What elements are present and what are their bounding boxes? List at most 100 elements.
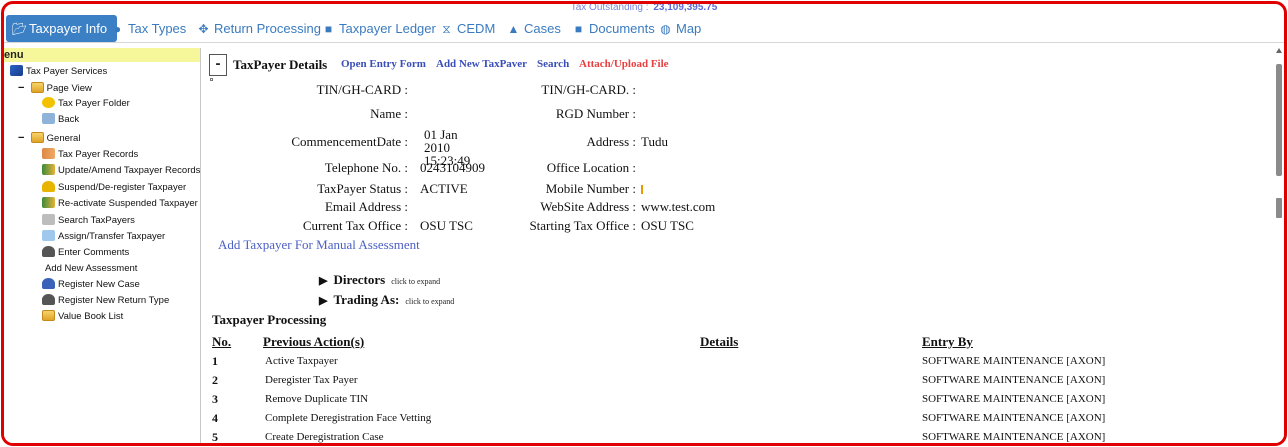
tree-root-tax-payer-services[interactable]: Tax Payer Services [10,64,107,80]
folder-icon [30,132,44,143]
column-header-no: No. [212,334,232,349]
sidebar-item-label: Tax Payer Records [58,149,139,160]
sidebar-item-register-new-return-type[interactable]: Register New Return Type [42,293,169,309]
folder-icon [30,82,44,93]
hourglass-icon: ⧖ [442,22,451,36]
cursor-marker [641,185,643,194]
row-2-action: Deregister Tax Payer [265,374,358,386]
field-label-telephone: Telephone No. : [324,160,408,175]
open-entry-form-link[interactable]: Open Entry Form [341,58,426,70]
field-label-current-office: Current Tax Office : [302,218,408,233]
field-value-website: www.test.com [641,199,716,214]
sidebar-item-suspend-deregister[interactable]: Suspend/De-register Taxpayer [42,180,186,196]
tab-cedm[interactable]: ⧖ CEDM [440,15,495,42]
tab-label: CEDM [457,21,496,36]
search-link[interactable]: Search [537,58,569,70]
top-nav: 📂︎ Taxpayer Info ● Tax Types ✥ Return Proce… [4,15,1284,43]
tab-taxpayer-ledger[interactable]: ■ Taxpayer Ledger [322,15,436,42]
tab-map[interactable]: ◍ Map [659,15,701,42]
expand-triangle-icon: ▶ [319,295,328,307]
tab-label: Return Processing [214,21,321,36]
tax-outstanding: Tax Outstanding : 23,109,395.75 [4,4,1284,13]
collapse-details-button[interactable]: - [209,54,227,76]
expander-label: Trading As: [333,292,400,307]
sidebar-item-label: Register New Case [58,279,140,290]
sidebar-item-register-new-case[interactable]: Register New Case [42,277,140,293]
sidebar-item-reactivate[interactable]: Re-activate Suspended Taxpayer [42,196,198,212]
field-label-office-location: Office Location : [546,160,636,175]
back-icon [42,113,55,124]
sidebar-item-label: Search TaxPayers [58,215,135,226]
sidebar-item-back[interactable]: Back [42,112,79,128]
field-value-telephone: 0243104909 [420,160,485,175]
tab-label: Tax Types [128,21,187,36]
field-label-status: TaxPayer Status : [317,181,408,196]
sidebar-item-label: Tax Payer Folder [58,98,130,109]
field-label-website: WebSite Address : [540,199,636,214]
field-label-address: Address : [586,134,636,149]
field-label-rgd: RGD Number : [555,106,636,121]
scrollbar-marker [1276,198,1282,218]
triangle-icon: ▲ [507,22,520,36]
sidebar-header: enu [4,48,200,62]
trading-as-expander[interactable]: ▶ Trading As: click to expand [319,292,454,308]
expander-hint: click to expand [391,277,441,286]
sidebar-item-enter-comments[interactable]: Enter Comments [42,245,129,261]
tab-cases[interactable]: ▲ Cases [507,15,561,42]
small-marker [210,78,213,81]
add-new-taxpayer-link[interactable]: Add New TaxPaver [436,58,527,70]
column-header-entry-by: Entry By [922,334,973,349]
tree-group-page-view[interactable]: − Page View [18,80,92,96]
sidebar-item-assign-transfer[interactable]: Assign/Transfer Taxpayer [42,229,165,245]
scrollbar-thumb[interactable] [1276,64,1282,176]
row-4-action: Complete Deregistration Face Vetting [265,412,432,424]
return-type-icon [42,294,55,305]
scroll-up-arrow-icon[interactable] [1276,48,1282,53]
sidebar-item-add-new-assessment[interactable]: Add New Assessment [45,261,137,277]
expander-hint: click to expand [405,297,455,306]
tree-group-label: General [46,133,81,144]
row-3-action: Remove Duplicate TIN [265,393,369,405]
sidebar-item-search-taxpayers[interactable]: Search TaxPayers [42,213,135,229]
vertical-scrollbar[interactable] [1275,48,1284,443]
directors-expander[interactable]: ▶ Directors click to expand [319,272,440,288]
row-5-no: 5 [212,430,218,444]
row-1-no: 1 [212,354,218,368]
tab-taxpayer-info[interactable]: 📂︎ Taxpayer Info [6,15,118,42]
tab-tax-types[interactable]: ● Tax Types [111,15,186,42]
app-frame: Tax Outstanding : 23,109,395.75 📂︎ Taxpay… [1,1,1287,446]
sidebar-item-label: Value Book List [58,311,124,322]
users-icon [42,164,55,175]
sidebar-item-update-amend[interactable]: Update/Amend Taxpayer Records [42,163,200,179]
sidebar-item-value-book-list[interactable]: Value Book List [42,309,123,325]
folder-icon [42,310,55,321]
column-header-details: Details [700,334,739,349]
reactivate-icon [42,197,55,208]
tab-return-processing[interactable]: ✥ Return Processing [197,15,321,42]
user-icon [42,278,55,289]
tab-label: Cases [524,21,561,36]
tree-root-label: Tax Payer Services [26,66,108,77]
tab-documents[interactable]: ■ Documents [572,15,655,42]
row-4-no: 4 [212,411,218,425]
tree-group-general[interactable]: − General [18,130,80,146]
sidebar-item-tax-payer-records[interactable]: Tax Payer Records [42,147,138,163]
tab-label: Taxpayer Ledger [339,21,436,36]
search-icon [42,214,55,225]
add-manual-assessment-link[interactable]: Add Taxpayer For Manual Assessment [218,237,420,253]
field-value-mobile [641,181,643,197]
field-label-name: Name : [370,106,408,121]
row-2-no: 2 [212,373,218,387]
field-label-email: Email Address : [324,199,408,214]
main-content: - TaxPayer Details Open Entry Form Add N… [204,48,1280,444]
warning-user-icon [42,181,55,192]
collapse-toggle-icon[interactable]: − [18,80,28,96]
attach-upload-link[interactable]: Attach/Upload File [579,58,669,70]
field-label-tin: TIN/GH-CARD : [316,82,408,97]
tab-label: Taxpayer Info [29,21,108,36]
collapse-toggle-icon[interactable]: − [18,130,28,146]
processing-title: Taxpayer Processing [212,312,327,327]
document-icon: ■ [574,22,583,36]
row-5-action: Create Deregistration Case [265,431,384,443]
sidebar-item-tax-payer-folder[interactable]: Tax Payer Folder [42,96,130,112]
